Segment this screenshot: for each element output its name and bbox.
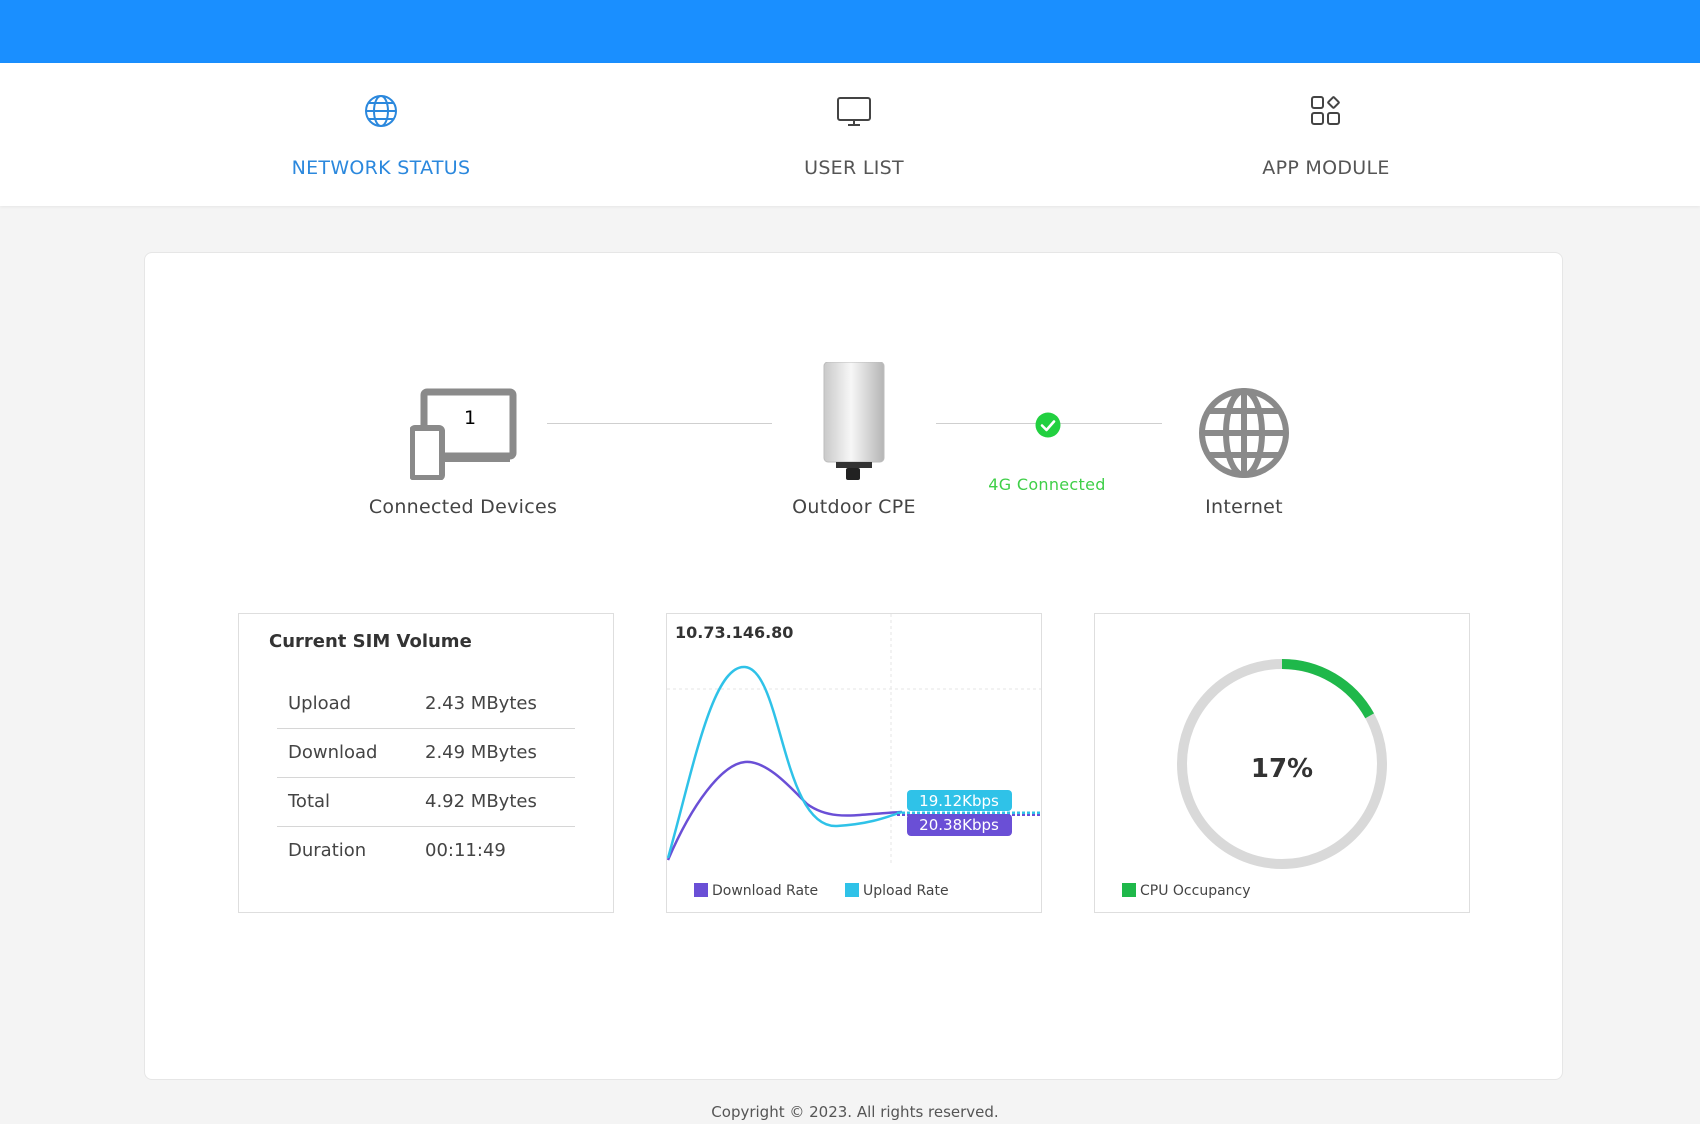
top-header-bar <box>0 0 1700 63</box>
main-nav: NETWORK STATUS USER LIST APP MODULE <box>0 63 1700 206</box>
upload-rate-value: 19.12Kbps <box>919 792 999 810</box>
sim-row-total: Total 4.92 MBytes <box>277 778 575 827</box>
rate-chart-panel: 10.73.146.80 19.12Kbps 20.38Kbps Downloa… <box>666 613 1042 913</box>
sim-row-key: Download <box>288 742 378 763</box>
internet-label: Internet <box>1205 496 1283 518</box>
connection-line <box>547 423 772 424</box>
link-status-text: 4G Connected <box>988 475 1106 494</box>
tab-network-status[interactable]: NETWORK STATUS <box>251 63 511 206</box>
sim-row-value: 2.43 MBytes <box>425 693 537 714</box>
sim-row-value: 4.92 MBytes <box>425 791 537 812</box>
legend-cpu[interactable]: CPU Occupancy <box>1122 883 1251 899</box>
outdoor-cpe-label: Outdoor CPE <box>792 496 916 518</box>
legend-swatch <box>845 883 859 897</box>
internet-globe-icon <box>1199 388 1289 478</box>
legend-download[interactable]: Download Rate <box>694 883 818 899</box>
tab-user-list[interactable]: USER LIST <box>724 63 984 206</box>
tab-app-module[interactable]: APP MODULE <box>1196 63 1456 206</box>
legend-label: Download Rate <box>712 883 819 899</box>
legend-swatch <box>694 883 708 897</box>
tab-label: APP MODULE <box>1262 157 1390 179</box>
rate-chart: 19.12Kbps 20.38Kbps <box>667 614 1041 864</box>
apps-grid-icon <box>1311 96 1340 125</box>
sim-row-key: Total <box>288 791 331 812</box>
sim-row-upload: Upload 2.43 MBytes <box>277 680 575 729</box>
sim-row-download: Download 2.49 MBytes <box>277 729 575 778</box>
cpu-panel: 17% CPU Occupancy <box>1094 613 1470 913</box>
outdoor-cpe-icon <box>823 362 885 480</box>
connected-devices-label[interactable]: Connected Devices <box>343 496 583 518</box>
sim-row-value: 2.49 MBytes <box>425 742 537 763</box>
sim-volume-title: Current SIM Volume <box>269 631 472 652</box>
ip-address: 10.73.146.80 <box>675 623 794 642</box>
sim-volume-panel: Current SIM Volume Upload 2.43 MBytes Do… <box>238 613 614 913</box>
legend-label: CPU Occupancy <box>1140 883 1251 899</box>
cpu-percentage: 17% <box>1250 754 1314 784</box>
download-rate-line <box>667 760 903 861</box>
sim-row-key: Duration <box>288 840 367 861</box>
sim-row-key: Upload <box>288 693 352 714</box>
tab-label: USER LIST <box>804 157 904 179</box>
sim-row-duration: Duration 00:11:49 <box>277 827 575 875</box>
globe-icon <box>365 95 397 127</box>
legend-upload[interactable]: Upload Rate <box>845 883 949 899</box>
sim-row-value: 00:11:49 <box>425 840 506 861</box>
device-count: 1 <box>463 407 477 429</box>
check-circle-icon <box>1035 412 1061 438</box>
monitor-icon <box>837 97 871 126</box>
footer-copyright: Copyright © 2023. All rights reserved. <box>711 1103 999 1121</box>
legend-label: Upload Rate <box>863 883 949 899</box>
devices-icon <box>410 388 517 480</box>
legend-swatch <box>1122 883 1136 897</box>
upload-rate-line <box>667 665 903 859</box>
gauge-fill <box>1281 659 1375 719</box>
tab-label: NETWORK STATUS <box>291 157 471 179</box>
download-rate-value: 20.38Kbps <box>919 816 999 834</box>
